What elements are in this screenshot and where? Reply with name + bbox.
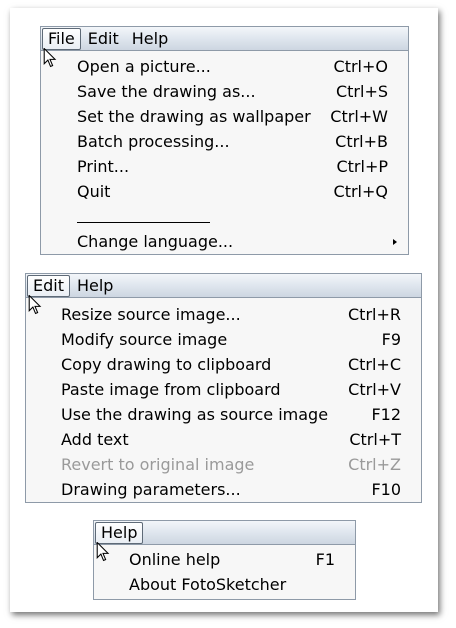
file-dropdown: Open a picture... Ctrl+O Save the drawin…	[40, 50, 409, 255]
menubar-help[interactable]: Help	[126, 28, 174, 50]
menu-item-shortcut: Ctrl+P	[336, 157, 388, 176]
submenu-arrow-icon	[393, 239, 397, 245]
menu-item-shortcut: F1	[315, 550, 335, 569]
menu-item-print[interactable]: Print... Ctrl+P	[41, 154, 408, 179]
menu-item-add-text[interactable]: Add text Ctrl+T	[26, 427, 421, 452]
menu-item-shortcut: Ctrl+B	[335, 132, 388, 151]
menu-item-shortcut: Ctrl+T	[349, 430, 401, 449]
mouse-pointer-icon	[96, 542, 110, 562]
menu-item-shortcut: Ctrl+C	[347, 355, 401, 374]
menubar-file[interactable]: File	[42, 27, 81, 50]
edit-menu-panel: Edit Help Resize source image... Ctrl+R …	[25, 273, 422, 503]
menu-item-label: Modify source image	[61, 330, 228, 349]
menu-item-label: Paste image from clipboard	[61, 380, 281, 399]
menu-item-drawing-parameters[interactable]: Drawing parameters... F10	[26, 477, 421, 502]
menubar-help[interactable]: Help	[95, 521, 144, 544]
menu-item-batch-processing[interactable]: Batch processing... Ctrl+B	[41, 129, 408, 154]
menu-item-label: Revert to original image	[61, 455, 255, 474]
mouse-pointer-icon	[43, 48, 57, 68]
menu-item-label: Set the drawing as wallpaper	[77, 107, 311, 126]
menubar: Edit Help	[25, 273, 422, 297]
menu-item-shortcut: Ctrl+Z	[348, 455, 401, 474]
menu-item-shortcut: Ctrl+W	[330, 107, 388, 126]
mouse-pointer-icon	[28, 295, 42, 315]
menu-item-label: Drawing parameters...	[61, 480, 241, 499]
menu-item-shortcut: Ctrl+V	[348, 380, 401, 399]
menu-item-copy-drawing[interactable]: Copy drawing to clipboard Ctrl+C	[26, 352, 421, 377]
menubar-help[interactable]: Help	[71, 275, 119, 297]
menubar: File Edit Help	[40, 26, 409, 50]
menu-item-label: Add text	[61, 430, 129, 449]
edit-dropdown: Resize source image... Ctrl+R Modify sou…	[25, 297, 422, 503]
menu-item-shortcut: Ctrl+O	[333, 57, 388, 76]
menu-item-label: Change language...	[77, 232, 234, 251]
menu-item-shortcut: F9	[381, 330, 401, 349]
menu-item-label: Quit	[77, 182, 111, 201]
menu-item-change-language[interactable]: Change language...	[41, 229, 408, 254]
menu-item-label: Use the drawing as source image	[61, 405, 329, 424]
menu-item-label: Online help	[129, 550, 221, 569]
menu-item-label: Print...	[77, 157, 130, 176]
menu-item-about[interactable]: About FotoSketcher	[94, 572, 355, 597]
menu-item-label: Batch processing...	[77, 132, 230, 151]
menubar-edit[interactable]: Edit	[27, 274, 70, 297]
menu-item-open-picture[interactable]: Open a picture... Ctrl+O	[41, 54, 408, 79]
separator-line	[77, 222, 210, 223]
help-menu-panel: Help Online help F1 About FotoSketcher	[93, 520, 356, 600]
menu-item-use-drawing-as-source[interactable]: Use the drawing as source image F12	[26, 402, 421, 427]
menu-item-set-wallpaper[interactable]: Set the drawing as wallpaper Ctrl+W	[41, 104, 408, 129]
menubar-edit[interactable]: Edit	[82, 28, 125, 50]
menu-item-shortcut: Ctrl+Q	[333, 182, 388, 201]
menu-item-label: Open a picture...	[77, 57, 211, 76]
menu-item-modify-source[interactable]: Modify source image F9	[26, 327, 421, 352]
menu-item-save-drawing[interactable]: Save the drawing as... Ctrl+S	[41, 79, 408, 104]
menu-item-label: Resize source image...	[61, 305, 241, 324]
menu-item-resize-source[interactable]: Resize source image... Ctrl+R	[26, 302, 421, 327]
menu-item-shortcut: F10	[371, 480, 401, 499]
menu-item-shortcut: Ctrl+R	[348, 305, 401, 324]
menu-item-label: Copy drawing to clipboard	[61, 355, 272, 374]
menu-item-shortcut: Ctrl+S	[335, 82, 388, 101]
menu-item-revert-original: Revert to original image Ctrl+Z	[26, 452, 421, 477]
menu-item-label: About FotoSketcher	[129, 575, 287, 594]
menu-item-quit[interactable]: Quit Ctrl+Q	[41, 179, 408, 204]
file-menu-panel: File Edit Help Open a picture... Ctrl+O …	[40, 26, 409, 255]
menu-item-paste-image[interactable]: Paste image from clipboard Ctrl+V	[26, 377, 421, 402]
menu-separator	[41, 204, 408, 229]
help-dropdown: Online help F1 About FotoSketcher	[93, 544, 356, 600]
menubar: Help	[93, 520, 356, 544]
menu-item-label: Save the drawing as...	[77, 82, 256, 101]
menu-item-online-help[interactable]: Online help F1	[94, 547, 355, 572]
menu-item-shortcut: F12	[371, 405, 401, 424]
